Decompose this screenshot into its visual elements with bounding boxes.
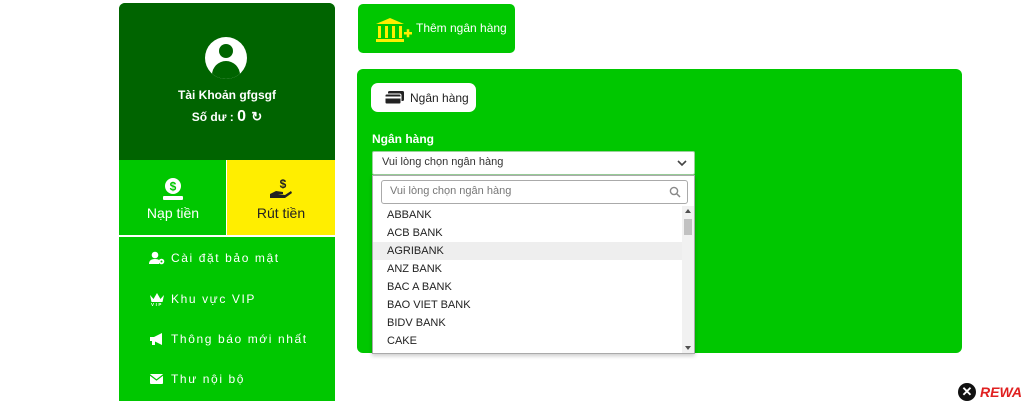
credit-card-icon — [384, 91, 405, 110]
menu-label: Thông báo mới nhất — [171, 332, 308, 346]
bank-option[interactable]: ACB BANK — [373, 224, 682, 242]
money-bag-icon: $ — [119, 177, 227, 203]
account-name: Tài Khoản gfgsgf — [178, 88, 276, 102]
divider — [226, 160, 227, 235]
crown-icon: VIP — [149, 292, 165, 307]
menu-item-notifications[interactable]: Thông báo mới nhất — [149, 329, 308, 349]
deposit-button[interactable]: $ Nạp tiền — [119, 160, 227, 235]
profile-card: Tài Khoản gfgsgf Số dư : 0 ↻ — [119, 3, 335, 160]
bank-search-input[interactable] — [382, 181, 670, 201]
balance: Số dư : 0 ↻ — [119, 108, 335, 126]
bank-option[interactable]: AGRIBANK — [373, 242, 682, 260]
tab-label: Ngân hàng — [410, 91, 469, 105]
scroll-up-icon[interactable] — [685, 209, 691, 213]
add-bank-label: Thêm ngân hàng — [416, 21, 507, 35]
refresh-icon[interactable]: ↻ — [251, 109, 262, 124]
bank-field-label: Ngân hàng — [372, 132, 434, 146]
bank-option[interactable]: BAO VIET BANK — [373, 296, 682, 314]
balance-value: 0 — [237, 108, 247, 125]
deposit-label: Nạp tiền — [146, 205, 200, 221]
scrollbar-thumb[interactable] — [684, 219, 692, 235]
hand-money-icon: $ — [227, 177, 335, 203]
bank-select[interactable]: Vui lòng chọn ngân hàng — [372, 151, 695, 175]
bank-options-list: ABBANK ACB BANK AGRIBANK ANZ BANK BAC A … — [373, 206, 682, 353]
bank-option[interactable]: ANZ BANK — [373, 260, 682, 278]
add-bank-button[interactable]: Thêm ngân hàng — [358, 4, 515, 53]
bank-option[interactable]: BIDV BANK — [373, 314, 682, 332]
select-value: Vui lòng chọn ngân hàng — [382, 156, 504, 168]
bank-option[interactable]: BAC A BANK — [373, 278, 682, 296]
menu-item-inbox[interactable]: Thư nội bộ — [149, 369, 245, 389]
withdraw-button[interactable]: $ Rút tiền — [227, 160, 335, 235]
divider — [119, 235, 335, 237]
bank-add-icon — [375, 17, 413, 48]
megaphone-icon — [149, 332, 165, 346]
menu-label: Thư nội bộ — [171, 372, 246, 386]
dropdown-scrollbar[interactable] — [682, 206, 694, 353]
svg-text:$: $ — [280, 177, 287, 191]
menu-label: Khu vực VIP — [171, 292, 256, 306]
envelope-icon — [149, 372, 165, 386]
sidebar: Tài Khoản gfgsgf Số dư : 0 ↻ $ Nạp tiền … — [119, 3, 335, 401]
bank-panel: Ngân hàng Ngân hàng Vui lòng chọn ngân h… — [357, 69, 962, 354]
menu-item-security[interactable]: Cài đặt bảo mật — [149, 248, 280, 268]
menu-item-vip[interactable]: VIP Khu vực VIP — [149, 289, 256, 309]
rewards-label: REWA — [980, 384, 1022, 400]
close-icon[interactable]: ✕ — [958, 383, 976, 401]
withdraw-label: Rút tiền — [256, 205, 306, 221]
tab-bank[interactable]: Ngân hàng — [371, 83, 476, 112]
bank-option[interactable]: CAKE — [373, 332, 682, 350]
svg-text:$: $ — [170, 180, 177, 194]
bank-search-field — [381, 180, 688, 204]
svg-text:VIP: VIP — [151, 302, 163, 306]
menu-label: Cài đặt bảo mật — [171, 251, 280, 265]
bank-dropdown: ABBANK ACB BANK AGRIBANK ANZ BANK BAC A … — [372, 175, 695, 354]
user-gear-icon — [149, 251, 165, 265]
rewards-badge[interactable]: ✕ REWA — [958, 383, 1022, 401]
bank-option[interactable]: ABBANK — [373, 206, 682, 224]
scroll-down-icon[interactable] — [685, 346, 691, 350]
search-icon — [669, 185, 681, 203]
balance-label: Số dư : — [191, 110, 234, 124]
avatar-icon — [205, 37, 247, 79]
chevron-down-icon — [676, 156, 688, 174]
